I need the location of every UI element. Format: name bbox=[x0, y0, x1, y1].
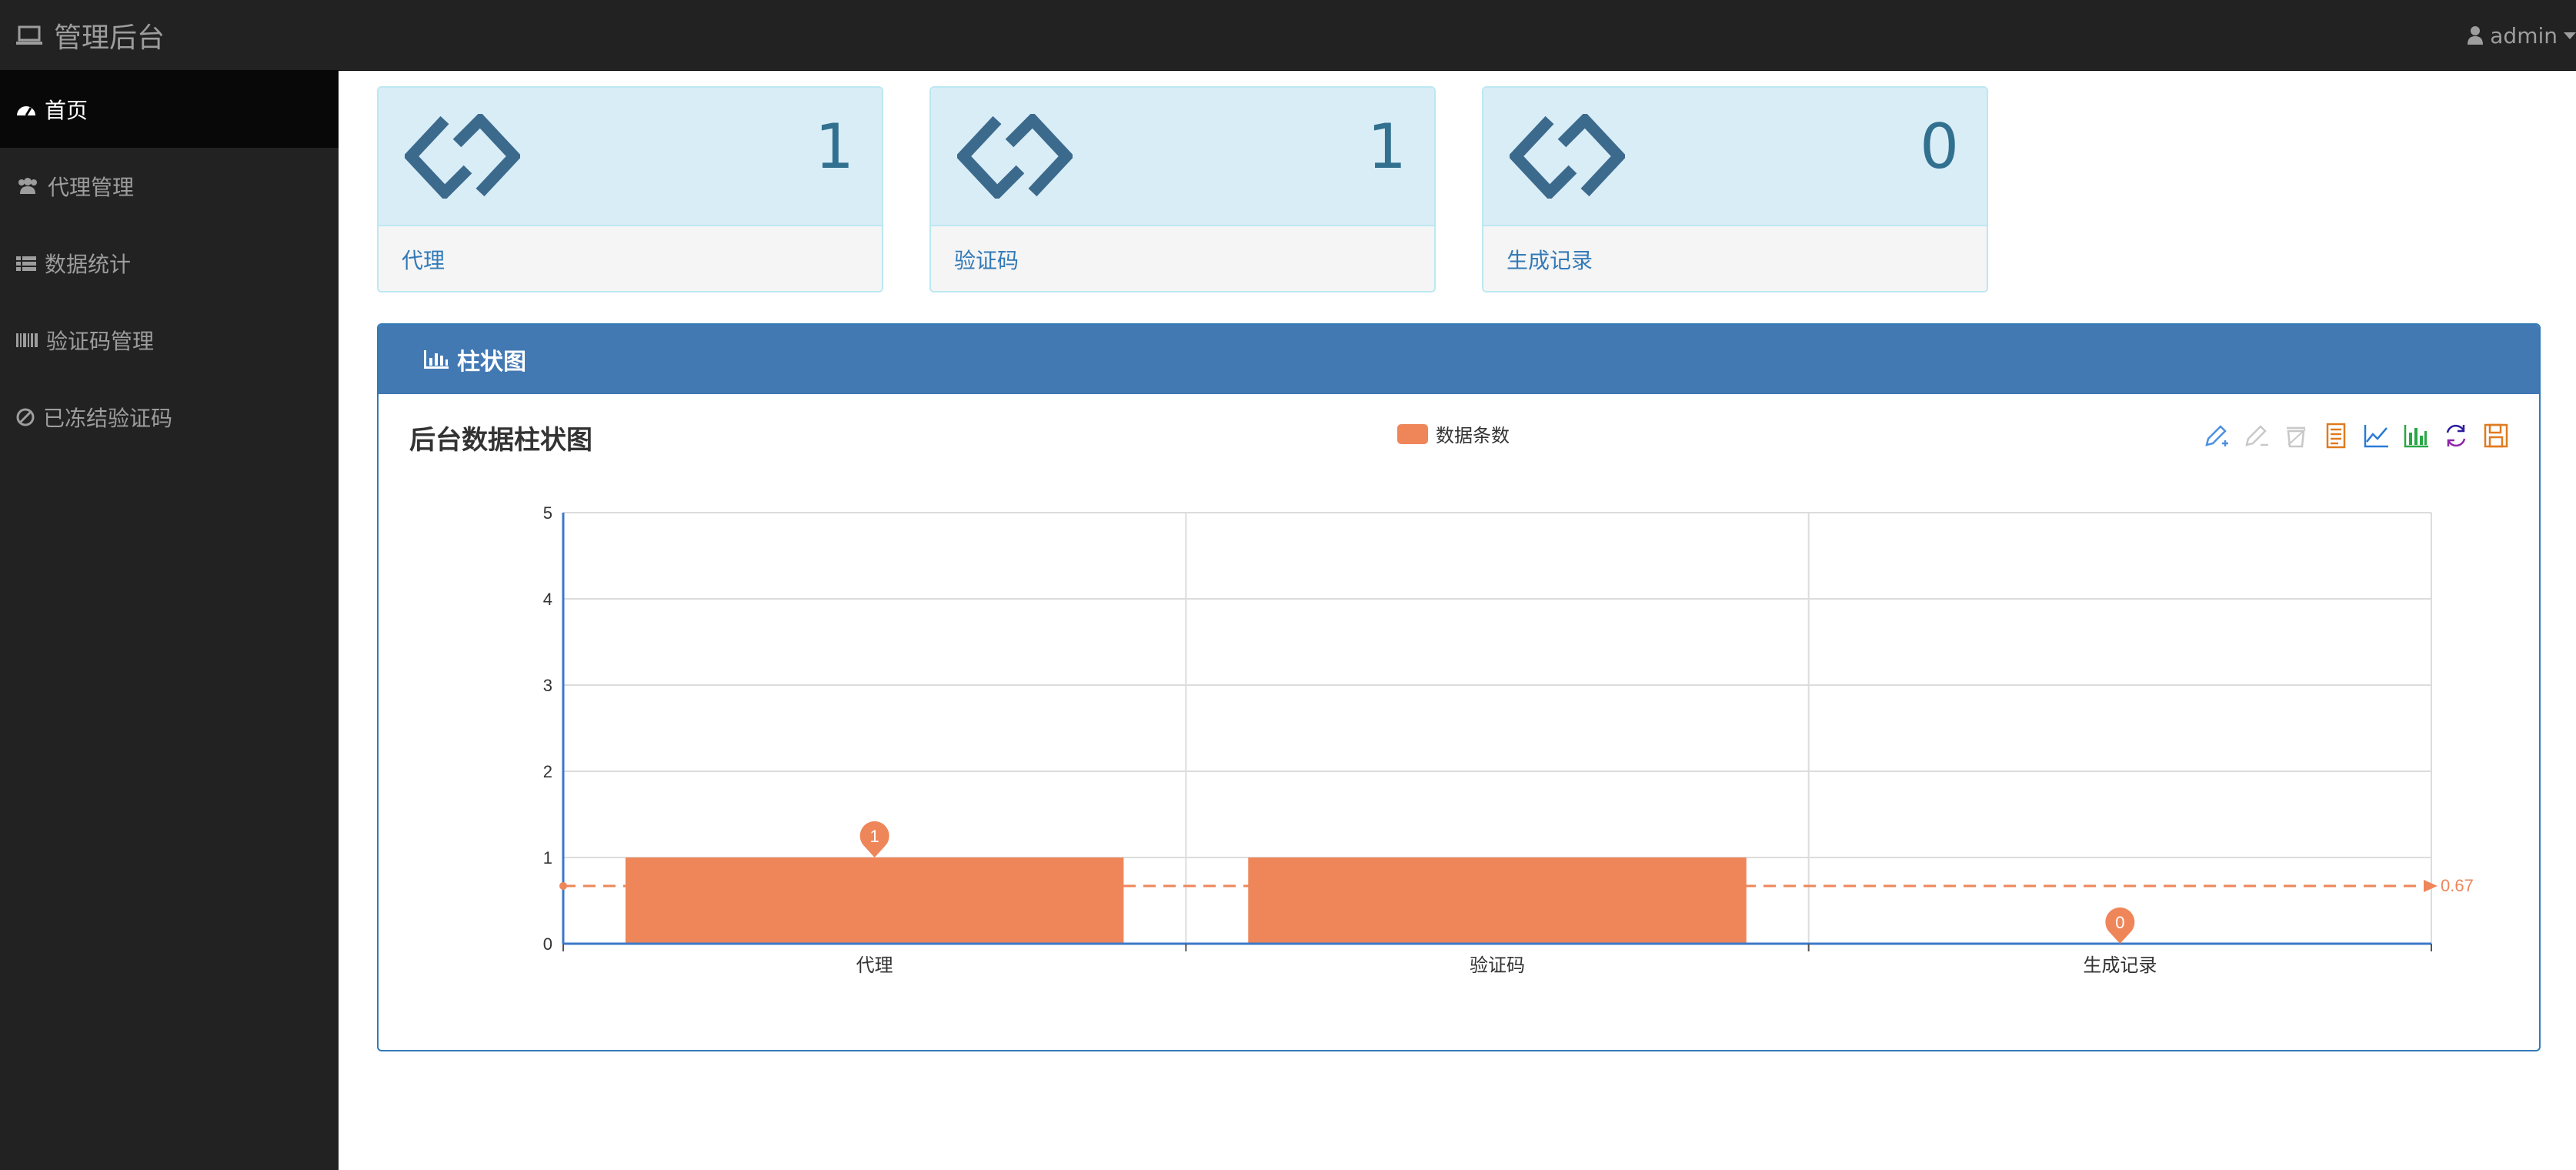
brand-title: 管理后台 bbox=[54, 22, 165, 54]
list-icon bbox=[16, 256, 36, 271]
user-menu[interactable]: admin bbox=[2467, 0, 2576, 71]
bar-chart-icon[interactable] bbox=[2396, 420, 2436, 451]
chart-panel: 柱状图 0 1 2 3 4 5 代理 验证码 生成记录 0.67 1 0 后台数据柱状图 数据条数 bbox=[377, 323, 2541, 1051]
average-line-start bbox=[559, 881, 567, 890]
x-tick-label: 生成记录 bbox=[2083, 955, 2157, 976]
bar-chart: 0 1 2 3 4 5 代理 验证码 生成记录 0.67 1 0 bbox=[543, 503, 2474, 976]
y-tick-label: 1 bbox=[543, 848, 552, 867]
y-tick-label: 0 bbox=[543, 934, 552, 954]
stat-count: 0 bbox=[1920, 111, 1959, 182]
stat-count: 1 bbox=[1367, 111, 1406, 182]
x-tick-label: 代理 bbox=[856, 955, 893, 976]
main-content: 1 代理 1 验证码 0 生成记录 柱状图 0 1 2 3 4 5 代理 验证码 生成记录 0.6… bbox=[339, 71, 2576, 1170]
mark-clear-icon[interactable] bbox=[2276, 420, 2316, 451]
sidebar-item-label: 已冻结验证码 bbox=[43, 406, 173, 431]
sidebar-item-label: 验证码管理 bbox=[46, 329, 155, 354]
logo-icon bbox=[957, 114, 1073, 199]
ban-icon bbox=[16, 408, 35, 426]
chart-bar bbox=[625, 857, 1124, 944]
x-tick-label: 验证码 bbox=[1470, 955, 1525, 976]
chart-bar bbox=[1248, 857, 1747, 944]
panel-heading: 柱状图 bbox=[379, 325, 2539, 394]
top-navbar: 管理后台 admin bbox=[0, 0, 2576, 71]
stat-link[interactable]: 验证码 bbox=[931, 226, 1434, 291]
stat-card-agents: 1 代理 bbox=[377, 86, 883, 292]
dashboard-icon bbox=[17, 106, 35, 116]
sidebar: 首页 代理管理 数据统计 验证码管理 已冻结验证码 bbox=[0, 71, 339, 1170]
stat-card-records: 0 生成记录 bbox=[1482, 86, 1988, 292]
sidebar-item-label: 数据统计 bbox=[45, 252, 132, 277]
chart-legend[interactable]: 数据条数 bbox=[1397, 420, 1510, 447]
legend-swatch bbox=[1397, 423, 1428, 444]
sidebar-item-agents[interactable]: 代理管理 bbox=[0, 148, 339, 225]
users-icon bbox=[18, 178, 37, 194]
panel-title: 柱状图 bbox=[457, 349, 526, 376]
legend-label: 数据条数 bbox=[1436, 425, 1510, 446]
laptop-icon bbox=[16, 25, 42, 45]
logo-icon bbox=[405, 114, 520, 199]
bar-chart-icon bbox=[424, 350, 449, 369]
sidebar-item-home[interactable]: 首页 bbox=[0, 71, 339, 148]
mark-undo-icon[interactable] bbox=[2236, 420, 2276, 451]
chart-area: 0 1 2 3 4 5 代理 验证码 生成记录 0.67 1 0 后台数据柱状图 数据条数 bbox=[379, 394, 2539, 1050]
barcode-icon bbox=[16, 333, 38, 347]
mark-point-label: 1 bbox=[870, 827, 879, 846]
y-tick-label: 5 bbox=[543, 503, 552, 523]
sidebar-item-label: 首页 bbox=[45, 98, 88, 123]
y-tick-label: 2 bbox=[543, 762, 552, 781]
sidebar-item-stats[interactable]: 数据统计 bbox=[0, 225, 339, 302]
stat-count: 1 bbox=[815, 111, 854, 182]
average-line-label: 0.67 bbox=[2441, 876, 2474, 895]
caret-down-icon bbox=[2564, 32, 2576, 39]
brand[interactable]: 管理后台 bbox=[15, 0, 165, 71]
save-image-icon[interactable] bbox=[2476, 420, 2516, 451]
chart-toolbox bbox=[2196, 420, 2516, 451]
y-tick-label: 4 bbox=[543, 590, 552, 609]
restore-icon[interactable] bbox=[2436, 420, 2476, 451]
sidebar-item-codes[interactable]: 验证码管理 bbox=[0, 302, 339, 379]
sidebar-item-frozen[interactable]: 已冻结验证码 bbox=[0, 379, 339, 456]
y-tick-label: 3 bbox=[543, 676, 552, 695]
user-icon bbox=[2468, 26, 2484, 45]
stat-link[interactable]: 生成记录 bbox=[1483, 226, 1987, 291]
logo-icon bbox=[1510, 114, 1625, 199]
line-chart-icon[interactable] bbox=[2356, 420, 2396, 451]
mark-icon[interactable] bbox=[2196, 420, 2236, 451]
mark-point-label: 0 bbox=[2115, 913, 2124, 932]
sidebar-item-label: 代理管理 bbox=[48, 175, 135, 200]
stat-link[interactable]: 代理 bbox=[379, 226, 882, 291]
data-view-icon[interactable] bbox=[2316, 420, 2356, 451]
chart-title: 后台数据柱状图 bbox=[409, 425, 592, 456]
user-name: admin bbox=[2490, 22, 2558, 48]
stat-card-codes: 1 验证码 bbox=[929, 86, 1436, 292]
